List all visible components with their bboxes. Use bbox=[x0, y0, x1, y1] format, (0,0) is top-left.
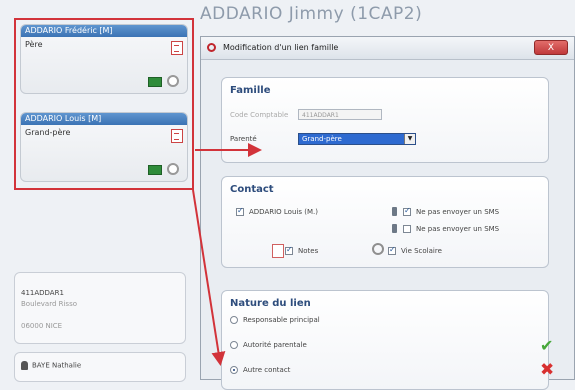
arrow-to-autre-contact bbox=[192, 189, 226, 366]
annotation-arrows bbox=[192, 143, 262, 366]
